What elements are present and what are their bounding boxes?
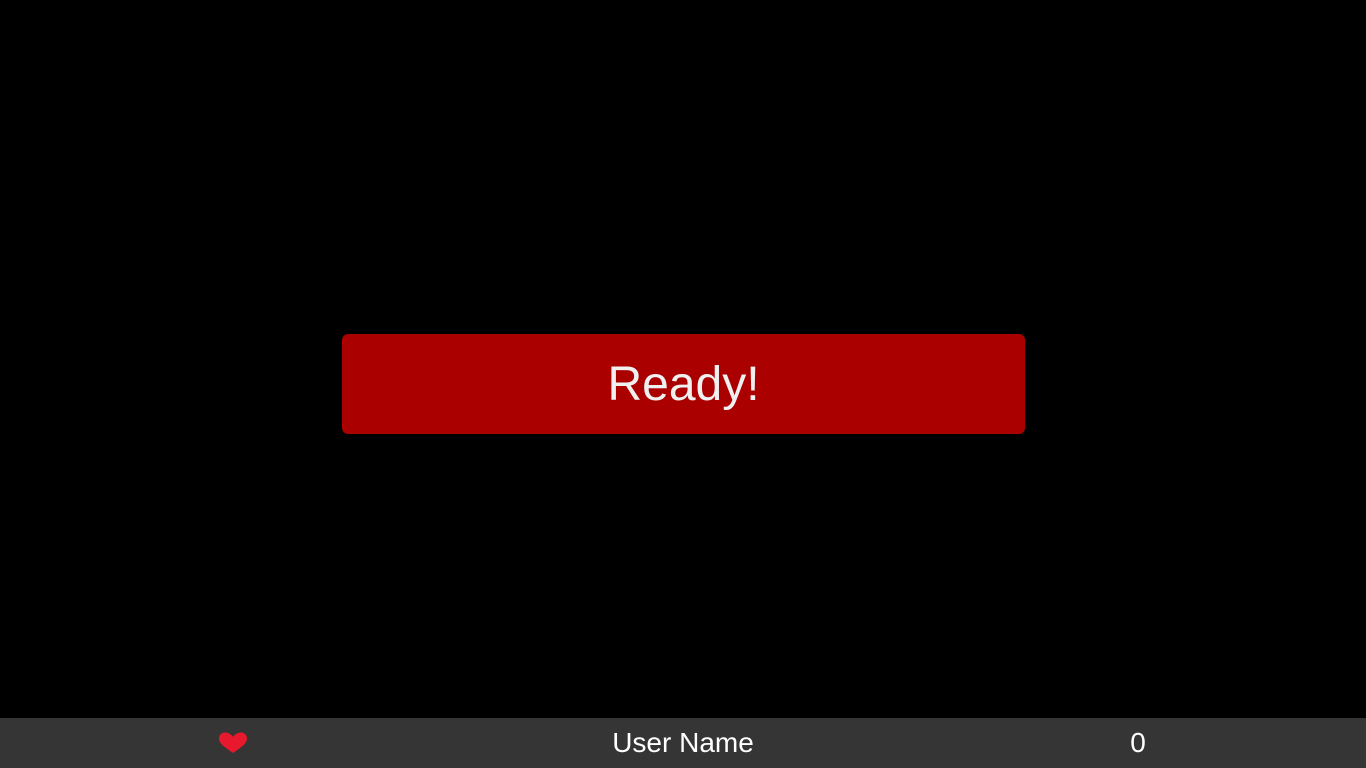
heart-icon: [218, 732, 248, 754]
status-bar: User Name 0: [0, 718, 1366, 768]
game-stage: Ready!: [0, 0, 1366, 718]
ready-button[interactable]: Ready!: [342, 334, 1025, 434]
score-value: 0: [1130, 727, 1146, 758]
